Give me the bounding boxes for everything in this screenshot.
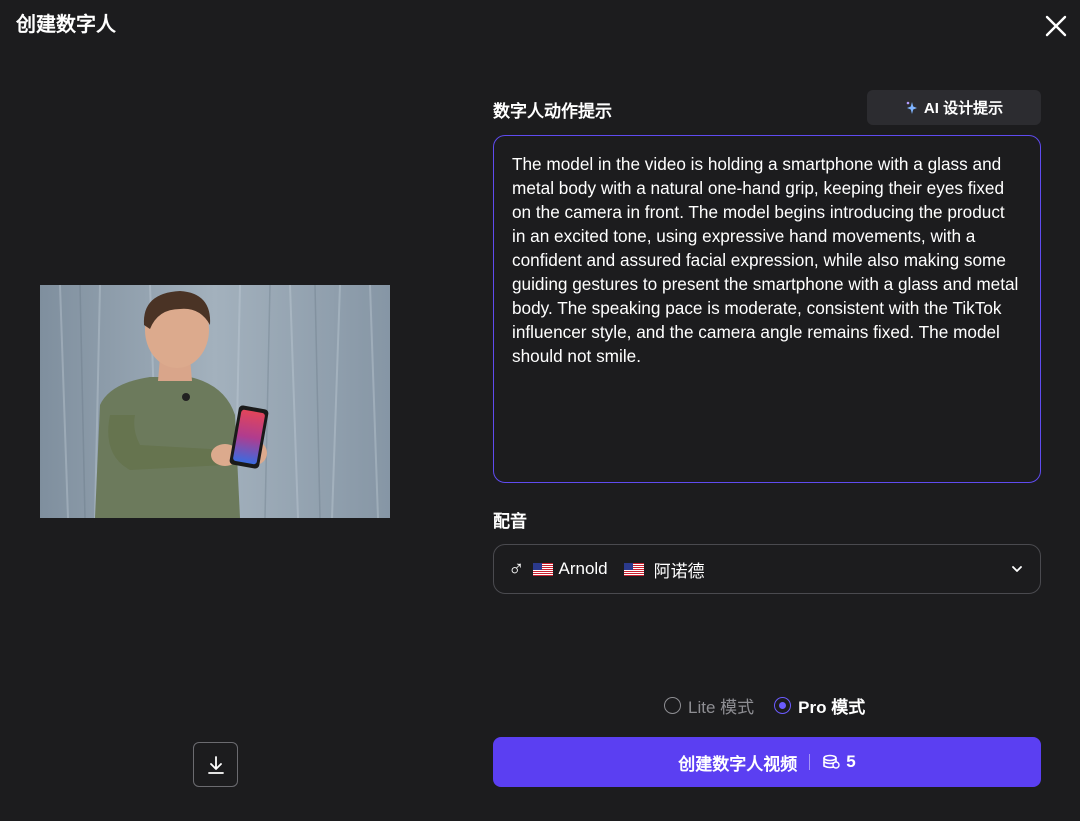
create-digital-human-modal: 创建数字人 数字人动作提示 AI 设计提示 The model in the v… [0, 0, 1080, 821]
pro-mode-radio[interactable] [774, 696, 792, 714]
voice-select[interactable]: ♂ Arnold 阿诺德 [493, 544, 1041, 594]
create-button-label: 创建数字人视频 [678, 754, 798, 774]
close-icon [1045, 15, 1067, 37]
lite-mode-radio[interactable] [664, 696, 681, 714]
voice-label: 配音 [493, 512, 527, 531]
coin-stack-icon [822, 754, 840, 770]
download-button[interactable] [193, 742, 238, 787]
credit-cost: 5 [846, 752, 856, 771]
create-digital-human-video-button[interactable]: 创建数字人视频 5 [493, 737, 1041, 787]
ai-design-prompt-button[interactable]: AI 设计提示 [867, 90, 1041, 125]
us-flag-icon [623, 562, 644, 576]
preview-image [40, 285, 390, 518]
ai-design-prompt-label: AI 设计提示 [923, 100, 1004, 117]
pro-mode-label: Pro 模式 [798, 697, 866, 717]
us-flag-icon [532, 562, 553, 576]
download-icon [207, 755, 224, 774]
mode-selector: Lite 模式 Pro 模式 [664, 693, 865, 718]
lite-mode-option[interactable]: Lite 模式 [664, 693, 754, 718]
lite-mode-label: Lite 模式 [688, 697, 755, 717]
close-button[interactable] [1040, 10, 1072, 42]
modal-title: 创建数字人 [16, 14, 116, 36]
voice-name-en: Arnold [558, 559, 608, 578]
sparkle-icon [906, 101, 917, 114]
voice-name-zh: 阿诺德 [653, 561, 705, 581]
divider [809, 754, 811, 770]
chevron-down-icon [1012, 566, 1022, 572]
male-icon: ♂ [508, 556, 525, 581]
pro-mode-option[interactable]: Pro 模式 [774, 693, 865, 718]
action-prompt-input[interactable] [493, 135, 1041, 483]
prompt-label: 数字人动作提示 [493, 102, 612, 121]
